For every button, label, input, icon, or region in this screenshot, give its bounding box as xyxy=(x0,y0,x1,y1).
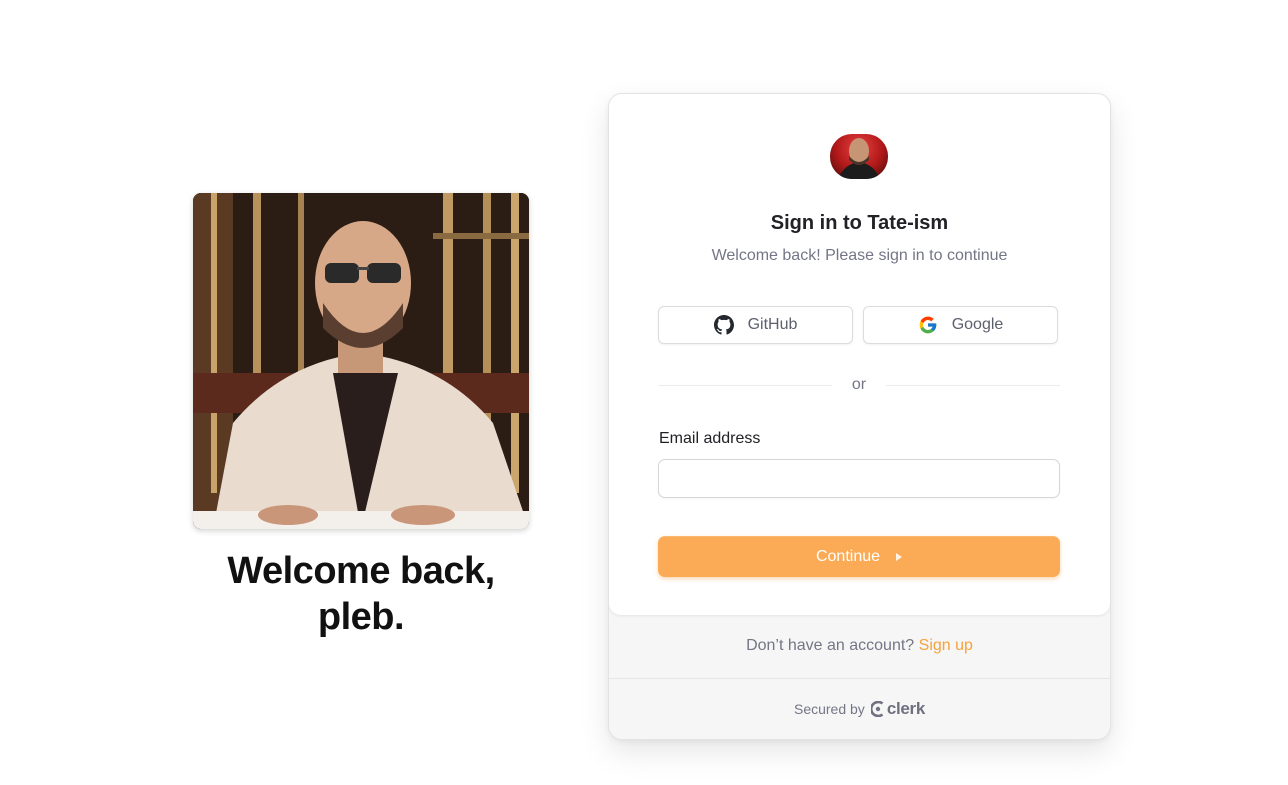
sign-up-prompt-text: Don’t have an account? xyxy=(746,637,915,654)
hero-heading: Welcome back, pleb. xyxy=(193,548,529,640)
sign-in-form-panel: Sign in to Tate-ism Welcome back! Please… xyxy=(609,94,1110,615)
google-sign-in-button[interactable]: Google xyxy=(863,306,1058,344)
clerk-brand-text: clerk xyxy=(886,699,926,718)
github-icon xyxy=(713,315,734,335)
sign-up-link[interactable]: Sign up xyxy=(919,637,973,654)
hero-heading-line1: Welcome back, xyxy=(227,550,495,592)
divider-line-right xyxy=(886,385,1060,386)
clerk-logo[interactable]: clerk xyxy=(870,699,926,719)
hero-photo xyxy=(193,193,529,529)
play-arrow-icon xyxy=(896,552,903,561)
app-avatar-logo xyxy=(830,134,888,179)
sign-in-card: Sign in to Tate-ism Welcome back! Please… xyxy=(608,93,1111,740)
google-icon xyxy=(918,315,938,335)
github-button-label: GitHub xyxy=(747,316,798,333)
footer-divider xyxy=(609,678,1110,679)
clerk-icon xyxy=(870,701,884,717)
divider-line-left xyxy=(658,385,832,386)
continue-button[interactable]: Continue xyxy=(658,536,1060,577)
sign-in-subtitle: Welcome back! Please sign in to continue xyxy=(711,247,1008,264)
hero-heading-line2: pleb. xyxy=(317,596,405,638)
email-field-label: Email address xyxy=(659,430,761,447)
continue-button-label: Continue xyxy=(815,547,881,565)
secured-by-text: Secured by xyxy=(793,701,865,717)
google-button-label: Google xyxy=(951,316,1004,333)
email-field[interactable] xyxy=(658,459,1060,498)
sign-up-prompt: Don’t have an account? Sign up xyxy=(609,637,1110,655)
divider-or: or xyxy=(851,376,867,393)
github-sign-in-button[interactable]: GitHub xyxy=(658,306,853,344)
sign-in-title: Sign in to Tate-ism xyxy=(770,212,949,234)
secured-by-footer: Secured by clerk xyxy=(609,699,1110,719)
